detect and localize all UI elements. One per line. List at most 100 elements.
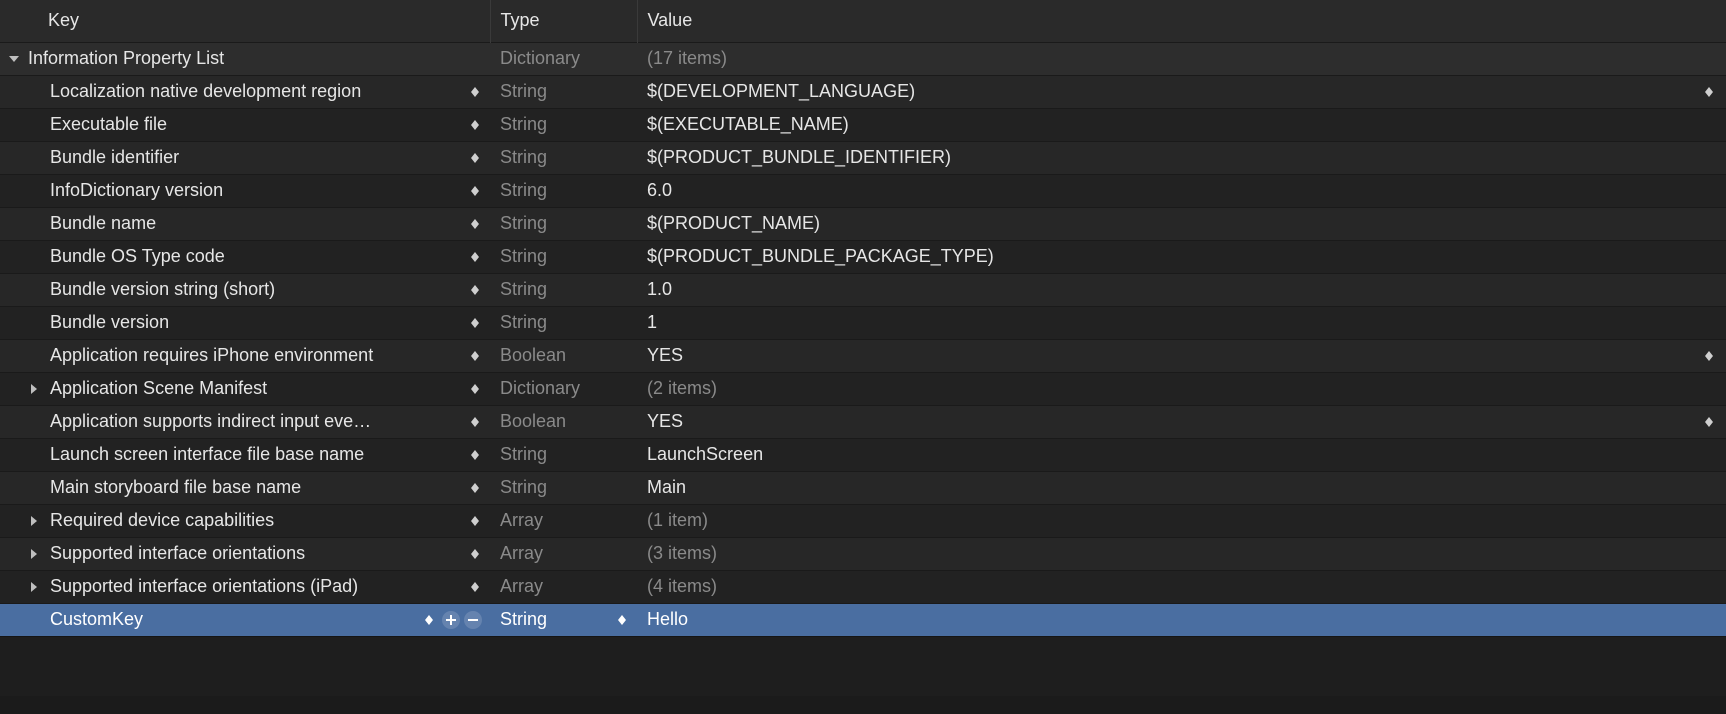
value-stepper-icon[interactable] <box>1702 413 1716 431</box>
row-value-label[interactable]: 1 <box>637 312 657 333</box>
header-value-label: Value <box>648 10 693 30</box>
row-value-label[interactable]: $(PRODUCT_BUNDLE_PACKAGE_TYPE) <box>637 246 994 267</box>
table-row[interactable]: Application requires iPhone environment … <box>0 339 1726 372</box>
root-value-label: (17 items) <box>637 48 727 69</box>
table-row[interactable]: Launch screen interface file base name S… <box>0 438 1726 471</box>
row-type-label: String <box>490 444 547 465</box>
disclosure-spacer <box>24 181 44 201</box>
key-stepper-icon[interactable] <box>468 512 482 530</box>
row-key-label: Launch screen interface file base name <box>46 444 490 465</box>
header-key[interactable]: Key <box>0 0 490 42</box>
row-value-label[interactable]: $(PRODUCT_NAME) <box>637 213 820 234</box>
row-value-label[interactable]: (2 items) <box>637 378 717 399</box>
disclosure-triangle-icon[interactable] <box>24 379 44 399</box>
row-key-label: Bundle version string (short) <box>46 279 490 300</box>
key-stepper-icon[interactable] <box>468 248 482 266</box>
add-remove-buttons <box>442 611 482 629</box>
disclosure-spacer <box>24 346 44 366</box>
table-row[interactable]: Application supports indirect input eve…… <box>0 405 1726 438</box>
value-stepper-icon[interactable] <box>1702 83 1716 101</box>
row-key-label: Application requires iPhone environment <box>46 345 490 366</box>
table-row[interactable]: Bundle version string (short) String 1.0 <box>0 273 1726 306</box>
row-value-label[interactable]: $(PRODUCT_BUNDLE_IDENTIFIER) <box>637 147 951 168</box>
table-row[interactable]: Bundle name String $(PRODUCT_NAME) <box>0 207 1726 240</box>
add-row-button[interactable] <box>442 611 460 629</box>
root-row[interactable]: Information Property List Dictionary (17… <box>0 42 1726 75</box>
table-row[interactable]: Bundle version String 1 <box>0 306 1726 339</box>
table-row[interactable]: Supported interface orientations (iPad) … <box>0 570 1726 603</box>
key-stepper-icon[interactable] <box>468 578 482 596</box>
disclosure-spacer <box>24 148 44 168</box>
row-value-label[interactable]: Hello <box>637 609 688 630</box>
row-type-label: String <box>490 147 547 168</box>
table-row[interactable]: Bundle identifier String $(PRODUCT_BUNDL… <box>0 141 1726 174</box>
plist-editor[interactable]: Key Type Value Information Property List… <box>0 0 1726 636</box>
row-value-label[interactable]: (4 items) <box>637 576 717 597</box>
key-stepper-icon[interactable] <box>468 149 482 167</box>
root-type-label: Dictionary <box>490 48 580 69</box>
row-key-label: Supported interface orientations <box>46 543 490 564</box>
row-key-label: Bundle name <box>46 213 490 234</box>
row-value-label[interactable]: Main <box>637 477 686 498</box>
row-key-label: InfoDictionary version <box>46 180 490 201</box>
row-value-label[interactable]: (1 item) <box>637 510 708 531</box>
header-key-label: Key <box>48 10 79 30</box>
table-row[interactable]: Localization native development region S… <box>0 75 1726 108</box>
row-type-label: String <box>490 213 547 234</box>
table-row[interactable]: Bundle OS Type code String $(PRODUCT_BUN… <box>0 240 1726 273</box>
row-type-label: String <box>490 477 547 498</box>
column-headers[interactable]: Key Type Value <box>0 0 1726 42</box>
row-value-label[interactable]: YES <box>637 345 683 366</box>
row-value-label[interactable]: 1.0 <box>637 279 672 300</box>
type-stepper-icon[interactable] <box>615 611 629 629</box>
table-row[interactable]: InfoDictionary version String 6.0 <box>0 174 1726 207</box>
value-stepper-icon[interactable] <box>1702 347 1716 365</box>
key-stepper-icon[interactable] <box>468 83 482 101</box>
key-stepper-icon[interactable] <box>468 116 482 134</box>
key-stepper-icon[interactable] <box>468 413 482 431</box>
disclosure-triangle-icon[interactable] <box>4 49 24 69</box>
row-key-label: Supported interface orientations (iPad) <box>46 576 490 597</box>
table-row[interactable]: CustomKey String Hello <box>0 603 1726 636</box>
table-row[interactable]: Supported interface orientations Array (… <box>0 537 1726 570</box>
table-row[interactable]: Required device capabilities Array (1 it… <box>0 504 1726 537</box>
row-type-label: Array <box>490 543 543 564</box>
disclosure-spacer <box>24 445 44 465</box>
key-stepper-icon[interactable] <box>468 380 482 398</box>
key-stepper-icon[interactable] <box>468 479 482 497</box>
header-type-label: Type <box>501 10 540 30</box>
key-stepper-icon[interactable] <box>468 182 482 200</box>
row-value-label[interactable]: $(DEVELOPMENT_LANGUAGE) <box>637 81 915 102</box>
row-value-label[interactable]: LaunchScreen <box>637 444 763 465</box>
row-key-label: Bundle OS Type code <box>46 246 490 267</box>
row-key-label: Bundle identifier <box>46 147 490 168</box>
key-stepper-icon[interactable] <box>422 611 436 629</box>
key-stepper-icon[interactable] <box>468 215 482 233</box>
row-type-label: String <box>490 609 547 630</box>
row-value-label[interactable]: $(EXECUTABLE_NAME) <box>637 114 849 135</box>
key-stepper-icon[interactable] <box>468 446 482 464</box>
row-type-label: String <box>490 81 547 102</box>
key-stepper-icon[interactable] <box>468 314 482 332</box>
row-type-label: Array <box>490 576 543 597</box>
disclosure-spacer <box>24 247 44 267</box>
table-row[interactable]: Executable file String $(EXECUTABLE_NAME… <box>0 108 1726 141</box>
disclosure-triangle-icon[interactable] <box>24 511 44 531</box>
row-key-label: Required device capabilities <box>46 510 490 531</box>
row-key-label: Localization native development region <box>46 81 490 102</box>
row-key-label: Main storyboard file base name <box>46 477 490 498</box>
table-row[interactable]: Application Scene Manifest Dictionary (2… <box>0 372 1726 405</box>
disclosure-triangle-icon[interactable] <box>24 544 44 564</box>
key-stepper-icon[interactable] <box>468 545 482 563</box>
row-value-label[interactable]: (3 items) <box>637 543 717 564</box>
row-type-label: String <box>490 312 547 333</box>
header-value[interactable]: Value <box>637 0 1726 42</box>
row-value-label[interactable]: YES <box>637 411 683 432</box>
key-stepper-icon[interactable] <box>468 281 482 299</box>
remove-row-button[interactable] <box>464 611 482 629</box>
header-type[interactable]: Type <box>490 0 637 42</box>
row-value-label[interactable]: 6.0 <box>637 180 672 201</box>
table-row[interactable]: Main storyboard file base name String Ma… <box>0 471 1726 504</box>
key-stepper-icon[interactable] <box>468 347 482 365</box>
disclosure-triangle-icon[interactable] <box>24 577 44 597</box>
